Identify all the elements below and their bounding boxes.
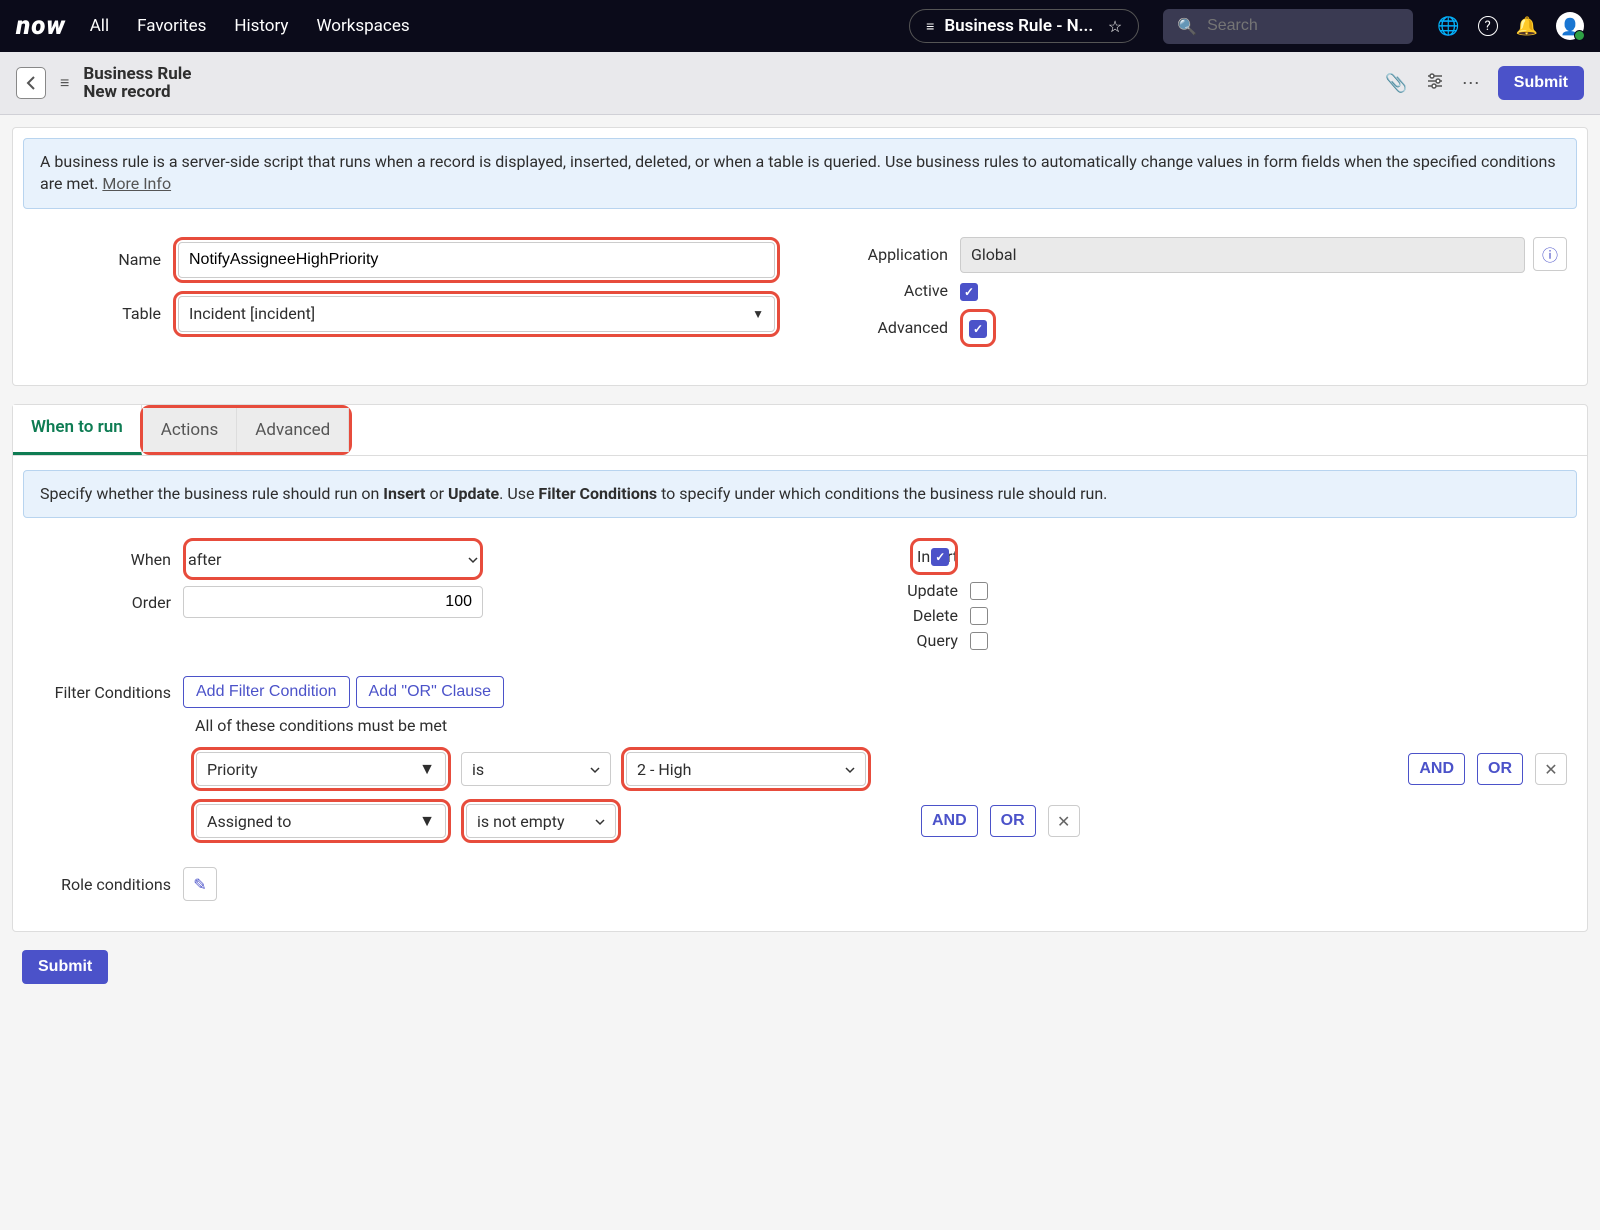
query-checkbox[interactable] [970,632,988,650]
topbar: now All Favorites History Workspaces ≡ B… [0,0,1600,52]
active-checkbox[interactable] [960,283,978,301]
cond-and-button[interactable]: AND [921,805,978,837]
back-button[interactable] [16,67,46,99]
when-label: When [33,550,183,569]
when-hint: Specify whether the business rule should… [23,470,1577,518]
title-block: Business Rule New record [83,64,191,102]
search-input[interactable] [1207,17,1414,35]
tab-advanced[interactable]: Advanced [237,408,349,452]
cond-remove-button[interactable]: ✕ [1048,805,1080,837]
tabs-panel: When to run Actions Advanced Specify whe… [12,404,1588,932]
nav-history[interactable]: History [234,16,288,36]
cond-or-button[interactable]: OR [990,805,1036,837]
attachment-icon[interactable]: 📎 [1385,73,1407,94]
logo: now [16,11,66,41]
settings-sliders-icon[interactable] [1426,72,1444,95]
banner-text: A business rule is a server-side script … [40,152,1556,193]
table-value: Incident [incident] [189,304,315,323]
advanced-label: Advanced [820,318,960,337]
nav-workspaces[interactable]: Workspaces [316,16,409,36]
cond-op-select[interactable]: is not empty [466,804,616,838]
role-conditions-label: Role conditions [33,875,183,894]
delete-checkbox[interactable] [970,607,988,625]
more-info-link[interactable]: More Info [102,174,171,193]
advanced-checkbox[interactable] [969,320,987,338]
update-checkbox[interactable] [970,582,988,600]
cond-and-button[interactable]: AND [1408,753,1465,785]
breadcrumb-pill[interactable]: ≡ Business Rule - N... ☆ [909,9,1139,43]
caret-icon: ▼ [419,759,435,779]
condition-row: Assigned to▼ is not empty AND OR ✕ [191,799,1567,843]
top-nav: All Favorites History Workspaces [90,16,410,36]
submit-button-bottom[interactable]: Submit [22,950,108,984]
chevron-down-icon [590,760,600,779]
cond-value-select[interactable]: 2 - High [626,752,866,786]
globe-icon[interactable]: 🌐 [1437,16,1459,37]
global-search[interactable]: 🔍 [1163,9,1413,44]
cond-field-select[interactable]: Assigned to▼ [196,804,446,838]
list-icon: ≡ [926,18,934,35]
form-menu-icon[interactable]: ≡ [60,73,69,93]
submit-button[interactable]: Submit [1498,66,1584,100]
cond-or-button[interactable]: OR [1477,753,1523,785]
caret-icon: ▼ [752,307,764,321]
delete-label: Delete [820,606,970,625]
help-icon[interactable]: ? [1478,16,1498,36]
add-filter-button[interactable]: Add Filter Condition [183,676,350,708]
table-select[interactable]: Incident [incident] ▼ [178,296,775,332]
cond-op-select[interactable]: is [461,752,611,786]
when-value: after [188,550,221,569]
nav-favorites[interactable]: Favorites [137,16,206,36]
info-banner: A business rule is a server-side script … [23,138,1577,209]
main: A business rule is a server-side script … [0,115,1600,1014]
tab-when-to-run[interactable]: When to run [13,405,142,455]
form-header: ≡ Business Rule New record 📎 ⋯ Submit [0,52,1600,115]
pill-text: Business Rule - N... [944,16,1097,36]
chevron-down-icon [595,812,605,831]
bell-icon[interactable]: 🔔 [1516,16,1538,37]
page-title: Business Rule [83,64,191,84]
tab-actions[interactable]: Actions [143,408,238,452]
search-icon: 🔍 [1177,17,1197,36]
filter-conditions-label: Filter Conditions [33,683,183,702]
form-panel: A business rule is a server-side script … [12,127,1588,386]
top-right-icons: 🌐 ? 🔔 👤 [1437,12,1584,40]
application-label: Application [820,245,960,264]
chevron-down-icon [845,760,855,779]
insert-checkbox[interactable] [931,548,949,566]
star-icon[interactable]: ☆ [1108,17,1122,36]
order-label: Order [33,593,183,612]
query-label: Query [820,631,970,650]
name-input[interactable] [178,242,775,278]
condition-row: Priority▼ is 2 - High AND OR ✕ [191,747,1567,791]
avatar[interactable]: 👤 [1556,12,1584,40]
update-label: Update [820,581,970,600]
conditions-all-text: All of these conditions must be met [195,716,1567,735]
chevron-down-icon [468,550,478,569]
page-subtitle: New record [83,82,191,102]
cond-remove-button[interactable]: ✕ [1535,753,1567,785]
active-label: Active [820,281,960,300]
cond-field-select[interactable]: Priority▼ [196,752,446,786]
role-edit-button[interactable]: ✎ [183,867,217,901]
table-label: Table [33,304,173,323]
nav-all[interactable]: All [90,16,109,36]
tabs: When to run Actions Advanced [13,405,1587,456]
caret-icon: ▼ [419,811,435,831]
add-or-button[interactable]: Add "OR" Clause [356,676,505,708]
name-label: Name [33,250,173,269]
application-value: Global [960,237,1525,273]
when-select[interactable]: after [188,543,478,575]
application-info-button[interactable]: ⓘ [1533,237,1567,271]
order-input[interactable] [183,586,483,618]
more-icon[interactable]: ⋯ [1462,73,1480,94]
